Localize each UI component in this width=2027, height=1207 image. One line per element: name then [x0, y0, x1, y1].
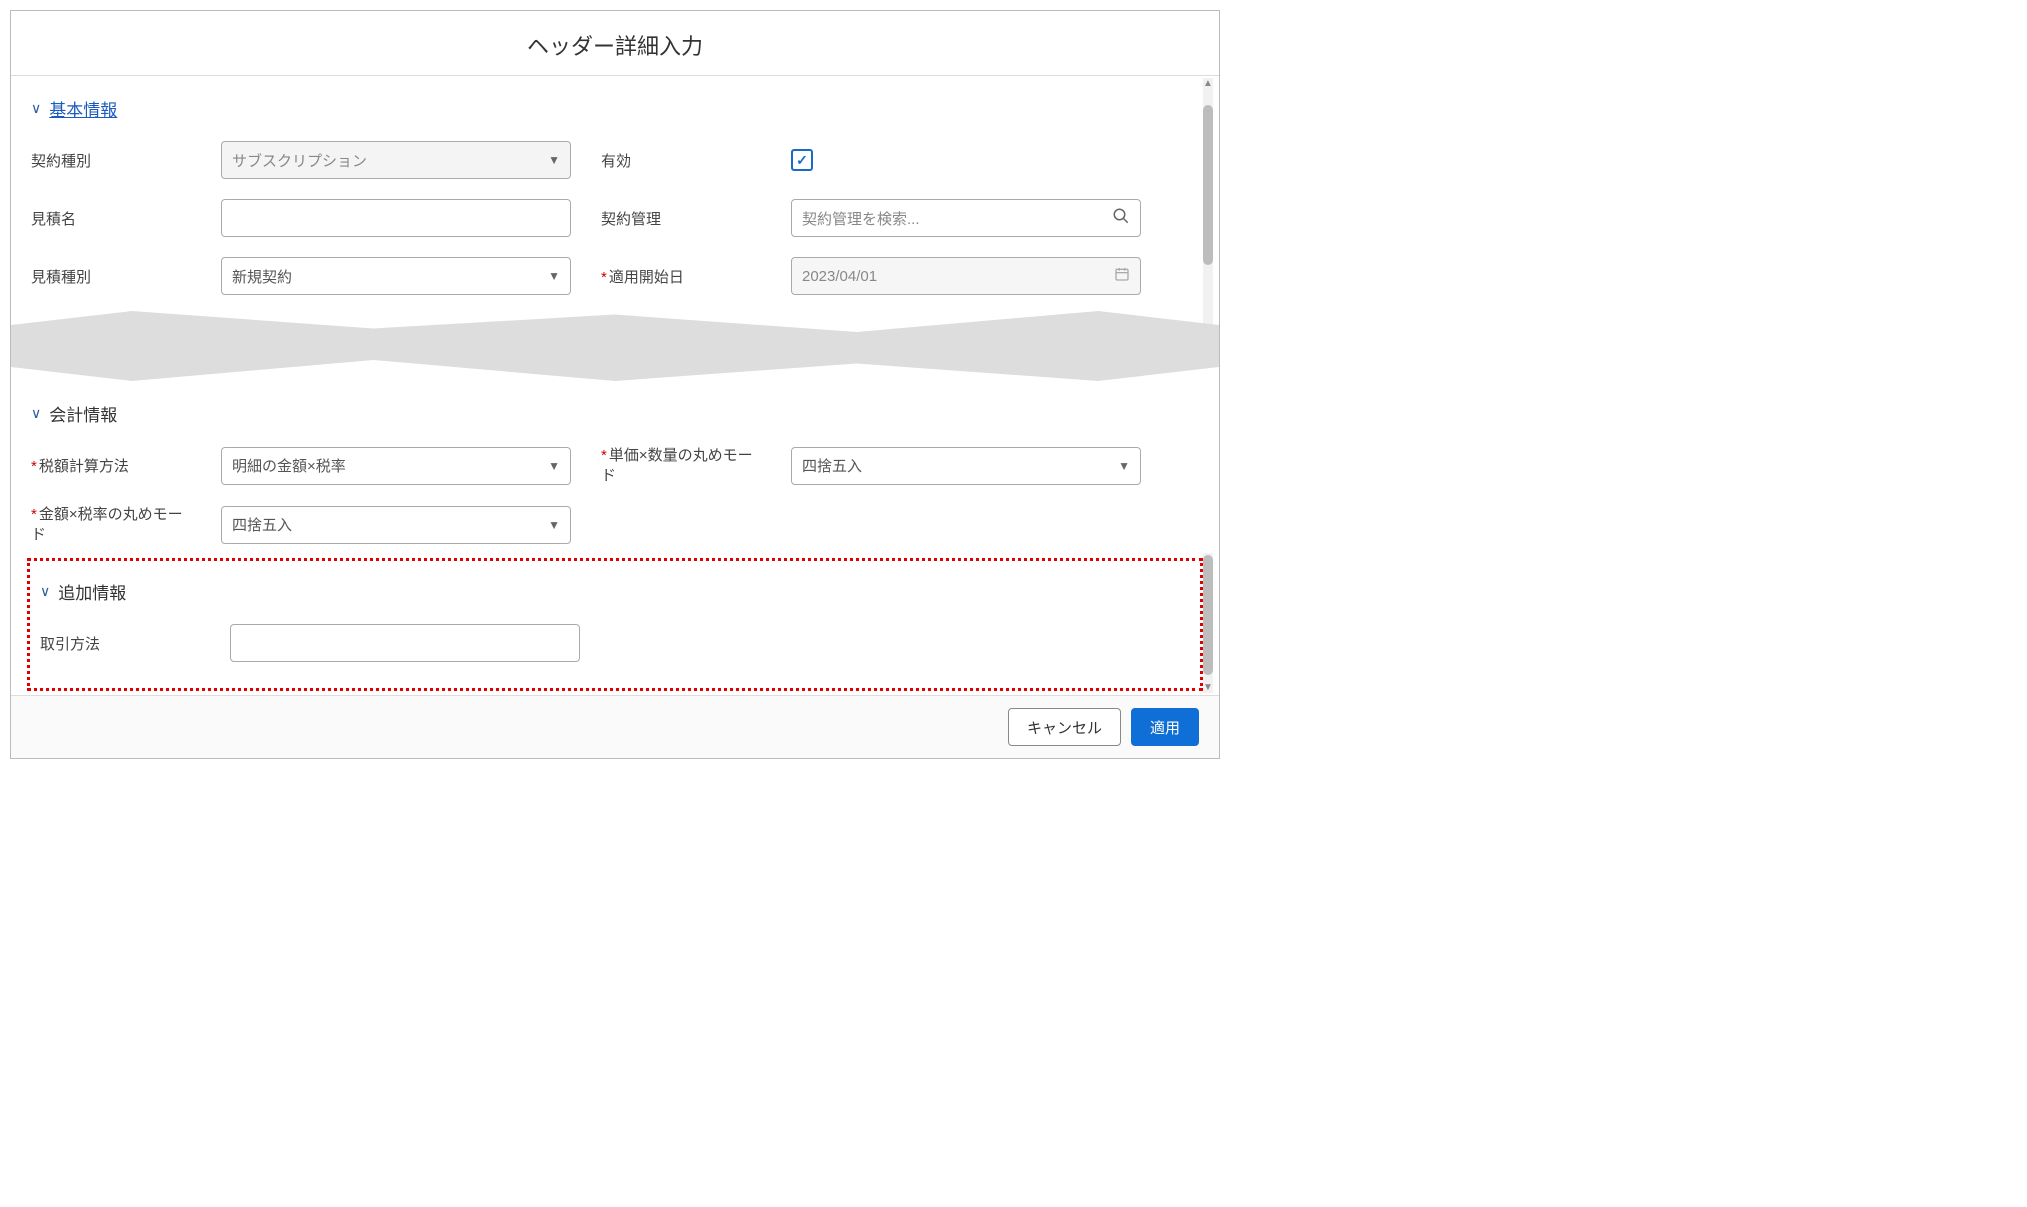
- unit-round-label: 単価×数量の丸めモード: [601, 446, 761, 485]
- caret-down-icon: ▼: [1118, 459, 1130, 473]
- estimate-type-label: 見積種別: [31, 266, 191, 287]
- amount-round-select[interactable]: 四捨五入 ▼: [221, 506, 571, 544]
- start-date-input[interactable]: 2023/04/01: [791, 257, 1141, 295]
- estimate-name-label: 見積名: [31, 208, 191, 229]
- transaction-method-input[interactable]: [230, 624, 580, 662]
- start-date-value: 2023/04/01: [802, 268, 877, 285]
- scrollbar-bottom[interactable]: ▼: [1203, 553, 1213, 693]
- extra-info-highlight: ∨ 追加情報 取引方法: [27, 558, 1203, 691]
- scroll-up-arrow-icon[interactable]: ▲: [1203, 78, 1213, 89]
- active-checkbox[interactable]: ✓: [791, 149, 813, 171]
- calendar-icon: [1114, 266, 1130, 287]
- tax-calc-value: 明細の金額×税率: [232, 455, 346, 476]
- unit-round-value: 四捨五入: [802, 455, 862, 476]
- estimate-type-select[interactable]: 新規契約 ▼: [221, 257, 571, 295]
- account-info-toggle[interactable]: ∨ 会計情報: [31, 401, 1199, 426]
- active-cell: ✓: [791, 149, 1141, 171]
- modal-footer: キャンセル 適用: [11, 695, 1219, 758]
- contract-mgmt-placeholder: 契約管理を検索...: [802, 208, 920, 229]
- caret-down-icon: ▼: [548, 459, 560, 473]
- contract-type-select[interactable]: サブスクリプション ▼: [221, 141, 571, 179]
- basic-info-toggle[interactable]: ∨ 基本情報: [31, 96, 1199, 121]
- caret-down-icon: ▼: [548, 269, 560, 283]
- basic-info-grid: 契約種別 サブスクリプション ▼ 有効 ✓ 見積名 契約管理 契約管理を検索..…: [31, 141, 1199, 295]
- caret-down-icon: ▼: [548, 518, 560, 532]
- scrollbar-thumb[interactable]: [1203, 555, 1213, 675]
- extra-info-section: ∨ 追加情報 取引方法: [40, 579, 1190, 662]
- tax-calc-label: 税額計算方法: [31, 455, 191, 476]
- contract-mgmt-label: 契約管理: [601, 208, 761, 229]
- amount-round-value: 四捨五入: [232, 514, 292, 535]
- chevron-down-icon: ∨: [31, 405, 41, 422]
- active-label: 有効: [601, 150, 761, 171]
- extra-info-toggle[interactable]: ∨ 追加情報: [40, 579, 1190, 604]
- contract-type-label: 契約種別: [31, 150, 191, 171]
- unit-round-select[interactable]: 四捨五入 ▼: [791, 447, 1141, 485]
- chevron-down-icon: ∨: [31, 100, 41, 117]
- estimate-type-value: 新規契約: [232, 266, 292, 287]
- extra-info-grid: 取引方法: [40, 624, 1190, 662]
- amount-round-label: 金額×税率の丸めモード: [31, 505, 191, 544]
- cancel-button[interactable]: キャンセル: [1008, 708, 1121, 746]
- account-info-section: ∨ 会計情報 税額計算方法 明細の金額×税率 ▼ 単価×数量の丸めモード 四捨五…: [31, 401, 1199, 544]
- account-info-title: 会計情報: [49, 401, 117, 426]
- estimate-name-input[interactable]: [221, 199, 571, 237]
- search-icon: [1112, 207, 1130, 230]
- tax-calc-select[interactable]: 明細の金額×税率 ▼: [221, 447, 571, 485]
- contract-type-value: サブスクリプション: [232, 150, 367, 171]
- modal-title: ヘッダー詳細入力: [11, 11, 1219, 76]
- basic-info-title: 基本情報: [49, 96, 117, 121]
- apply-button[interactable]: 適用: [1131, 708, 1199, 746]
- scrollbar-thumb[interactable]: [1203, 105, 1213, 265]
- basic-info-section: ∨ 基本情報 契約種別 サブスクリプション ▼ 有効 ✓ 見積名 契約管理 契約…: [31, 96, 1199, 295]
- extra-info-title: 追加情報: [58, 579, 126, 604]
- transaction-method-label: 取引方法: [40, 633, 200, 654]
- chevron-down-icon: ∨: [40, 583, 50, 600]
- header-detail-modal: ヘッダー詳細入力 ▲ ▼ ∨ 基本情報 契約種別 サブスクリプション ▼ 有効: [10, 10, 1220, 759]
- account-info-grid: 税額計算方法 明細の金額×税率 ▼ 単価×数量の丸めモード 四捨五入 ▼ 金額×…: [31, 446, 1199, 544]
- scroll-down-arrow-icon[interactable]: ▼: [1203, 682, 1213, 693]
- contract-mgmt-search[interactable]: 契約管理を検索...: [791, 199, 1141, 237]
- caret-down-icon: ▼: [548, 153, 560, 167]
- scrollbar-top[interactable]: ▲: [1203, 78, 1213, 328]
- modal-body: ▲ ▼ ∨ 基本情報 契約種別 サブスクリプション ▼ 有効 ✓: [11, 76, 1219, 695]
- content-break-divider: [11, 311, 1219, 381]
- start-date-label: 適用開始日: [601, 266, 761, 287]
